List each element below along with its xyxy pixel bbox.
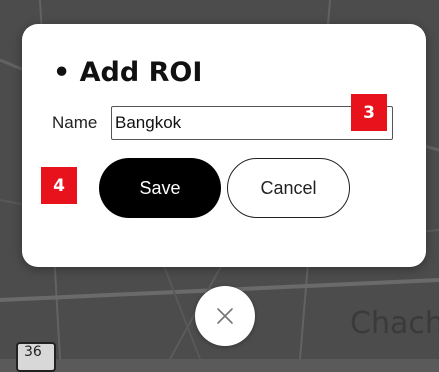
add-roi-dialog: • Add ROI Name 3 4 Save Cancel (22, 24, 426, 267)
map-place-label: Chach (350, 306, 439, 341)
step-badge-4: 4 (41, 167, 77, 204)
save-button[interactable]: Save (99, 158, 221, 218)
close-button[interactable] (195, 286, 255, 346)
step-badge-3: 3 (351, 94, 387, 131)
dialog-title: • Add ROI (53, 57, 203, 88)
name-label: Name (52, 113, 98, 132)
road-marker: 36 (16, 342, 56, 372)
cancel-button[interactable]: Cancel (227, 158, 350, 218)
close-icon (217, 308, 233, 324)
